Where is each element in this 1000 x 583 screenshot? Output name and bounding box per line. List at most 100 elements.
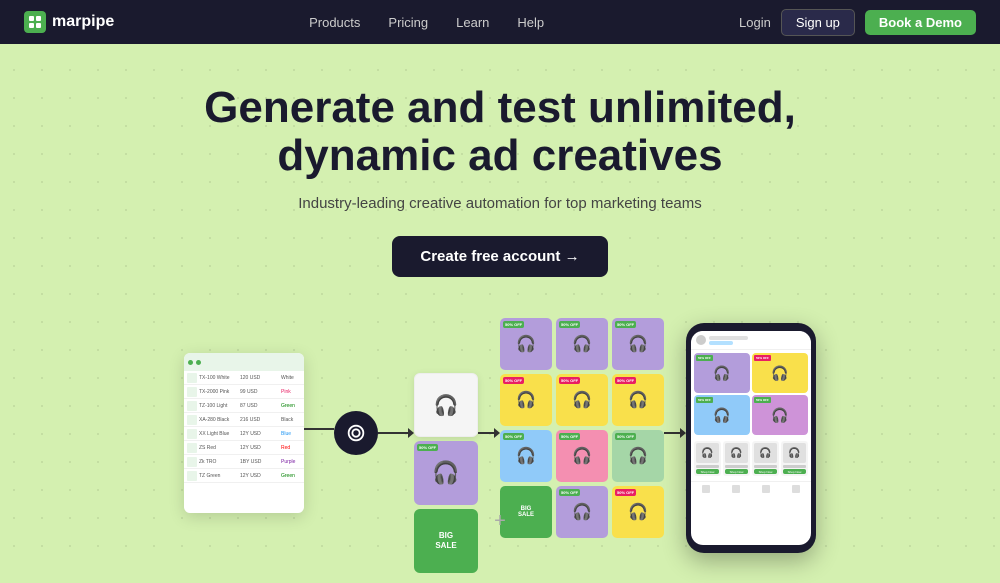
- table-row: TX-100 White 120 USD White: [184, 371, 304, 385]
- phone-nav-bell: [762, 485, 770, 493]
- hp-4: 🎧: [516, 390, 536, 410]
- phone-name-line: [709, 336, 748, 340]
- table-row: XX Light Blue 12Y USD Blue: [184, 427, 304, 441]
- badge-5: 50% OFF: [559, 377, 580, 384]
- hp-12: 🎧: [628, 502, 648, 522]
- phone-badge-4: 50% OFF: [754, 397, 771, 403]
- hp-5: 🎧: [572, 390, 592, 410]
- headphone-emoji: 🎧: [434, 393, 459, 418]
- phone-fb-row: [696, 335, 806, 345]
- ad-cell-11: 50% OFF 🎧: [556, 486, 608, 538]
- product-img-1: 🎧: [696, 443, 719, 463]
- phone-ad-1: 50% OFF 🎧: [694, 353, 750, 393]
- badge-4: 50% OFF: [503, 377, 524, 384]
- ad-cell-1: 50% OFF 🎧: [500, 318, 552, 370]
- spreadsheet-panel: TX-100 White 120 USD White TX-2000 Pink …: [184, 353, 304, 513]
- table-row: TZ Green 12Y USD Green: [184, 469, 304, 483]
- shop-btn-1[interactable]: Shop Now: [696, 469, 719, 474]
- ad-cell-5: 50% OFF 🎧: [556, 374, 608, 426]
- phone-ad-3: 50% OFF 🎧: [694, 395, 750, 435]
- demo-button[interactable]: Book a Demo: [865, 10, 976, 35]
- nav-pricing[interactable]: Pricing: [388, 15, 428, 30]
- line-1: [304, 428, 334, 430]
- badge-9: 50% OFF: [615, 433, 636, 440]
- table-row: XA-280 Black 216 USD Black: [184, 413, 304, 427]
- phone-ad-4: 50% OFF 🎧: [752, 395, 808, 435]
- ad-cell-9: 50% OFF 🎧: [612, 430, 664, 482]
- connector-4: [664, 428, 686, 438]
- product-img-4: 🎧: [783, 443, 806, 463]
- nav-help[interactable]: Help: [517, 15, 544, 30]
- phone-ad-2: 50% OFF 🎧: [752, 353, 808, 393]
- signup-button[interactable]: Sign up: [781, 9, 855, 36]
- phone-badge-2: 50% OFF: [754, 355, 771, 361]
- badge-11: 50% OFF: [559, 489, 580, 496]
- phone-hp-3: 🎧: [713, 407, 730, 424]
- phone-badge-1: 50% OFF: [696, 355, 713, 361]
- phone-ad-grid: 50% OFF 🎧 50% OFF 🎧 50% OFF 🎧 50% OFF 🎧: [691, 350, 811, 438]
- ad-cell-10: BIGSALE: [500, 486, 552, 538]
- login-button[interactable]: Login: [739, 15, 771, 30]
- headphone-large: 🎧: [432, 460, 459, 486]
- phone-hp-4: 🎧: [771, 407, 788, 424]
- logo-icon: [24, 11, 46, 33]
- badge-1: 50% OFF: [503, 321, 524, 328]
- table-row: ZS Red 12Y USD Red: [184, 441, 304, 455]
- ad-grid-inner: 50% OFF 🎧 50% OFF 🎧 50% OFF 🎧 50% OFF 🎧 50% …: [500, 318, 664, 538]
- nav-learn[interactable]: Learn: [456, 15, 489, 30]
- phone-product-4: 🎧 Shop Now: [781, 441, 808, 476]
- product-text-3: [754, 465, 777, 468]
- hp-6: 🎧: [628, 390, 648, 410]
- nav-right: Login Sign up Book a Demo: [739, 9, 976, 36]
- hp-1: 🎧: [516, 334, 536, 354]
- phone-fb-header: [691, 331, 811, 350]
- phone-nav-home: [702, 485, 710, 493]
- spreadsheet-header: [184, 353, 304, 371]
- product-img-3: 🎧: [754, 443, 777, 463]
- hero-title: Generate and test unlimited, dynamic ad …: [20, 84, 980, 181]
- phone-product-3: 🎧 Shop Now: [752, 441, 779, 476]
- badge-7: 50% OFF: [503, 433, 524, 440]
- hp-11: 🎧: [572, 502, 592, 522]
- hero-section: Generate and test unlimited, dynamic ad …: [0, 44, 1000, 297]
- table-row: TX-2000 Pink 99 USD Pink: [184, 385, 304, 399]
- sale-10: BIGSALE: [518, 506, 534, 518]
- logo-text: marpipe: [52, 13, 114, 31]
- hp-3: 🎧: [628, 334, 648, 354]
- product-img-2: 🎧: [725, 443, 748, 463]
- phone-nav-search: [732, 485, 740, 493]
- hp-9: 🎧: [628, 446, 648, 466]
- line-4: [664, 432, 680, 434]
- phone-product-2: 🎧 Shop Now: [723, 441, 750, 476]
- nav-products[interactable]: Products: [309, 15, 360, 30]
- ad-grid: 50% OFF 🎧 50% OFF 🎧 50% OFF 🎧 50% OFF 🎧 50% …: [500, 318, 664, 538]
- phone-nav-menu: [792, 485, 800, 493]
- navbar: marpipe Products Pricing Learn Help Logi…: [0, 0, 1000, 44]
- shop-btn-3[interactable]: Shop Now: [754, 469, 777, 474]
- badge-2: 50% OFF: [559, 321, 580, 328]
- product-text-1: [696, 465, 719, 468]
- phone-hp-2: 🎧: [771, 365, 788, 382]
- cta-button[interactable]: Create free account →: [392, 236, 607, 277]
- connector-1: [304, 428, 334, 430]
- table-row: Zk TRO 1BY USD Purple: [184, 455, 304, 469]
- product-text-2: [725, 465, 748, 468]
- badge-8: 50% OFF: [559, 433, 580, 440]
- shop-btn-4[interactable]: Shop Now: [783, 469, 806, 474]
- phone-mockup: 50% OFF 🎧 50% OFF 🎧 50% OFF 🎧 50% OFF 🎧: [686, 323, 816, 553]
- ad-cell-6: 50% OFF🎧: [612, 374, 664, 426]
- ss-dot-green2: [196, 360, 201, 365]
- badge-12: 50% OFF: [615, 489, 636, 496]
- phone-products: 🎧 Shop Now 🎧 Shop Now 🎧 Shop Now 🎧: [691, 438, 811, 479]
- hp-2: 🎧: [572, 334, 592, 354]
- shop-btn-2[interactable]: Shop Now: [725, 469, 748, 474]
- single-ads: 🎧 50% OFF 🎧 BIGSALE: [414, 373, 478, 573]
- connector-2: [378, 428, 414, 438]
- ad-cell-3: 50% OFF🎧: [612, 318, 664, 370]
- product-text-4: [783, 465, 806, 468]
- ss-dot-green: [188, 360, 193, 365]
- ad-badge-50off: 50% OFF: [417, 444, 438, 451]
- ad-cell-7: 50% OFF🎧: [500, 430, 552, 482]
- hero-subtitle: Industry-leading creative automation for…: [20, 195, 980, 212]
- sale-text: BIGSALE: [435, 531, 456, 552]
